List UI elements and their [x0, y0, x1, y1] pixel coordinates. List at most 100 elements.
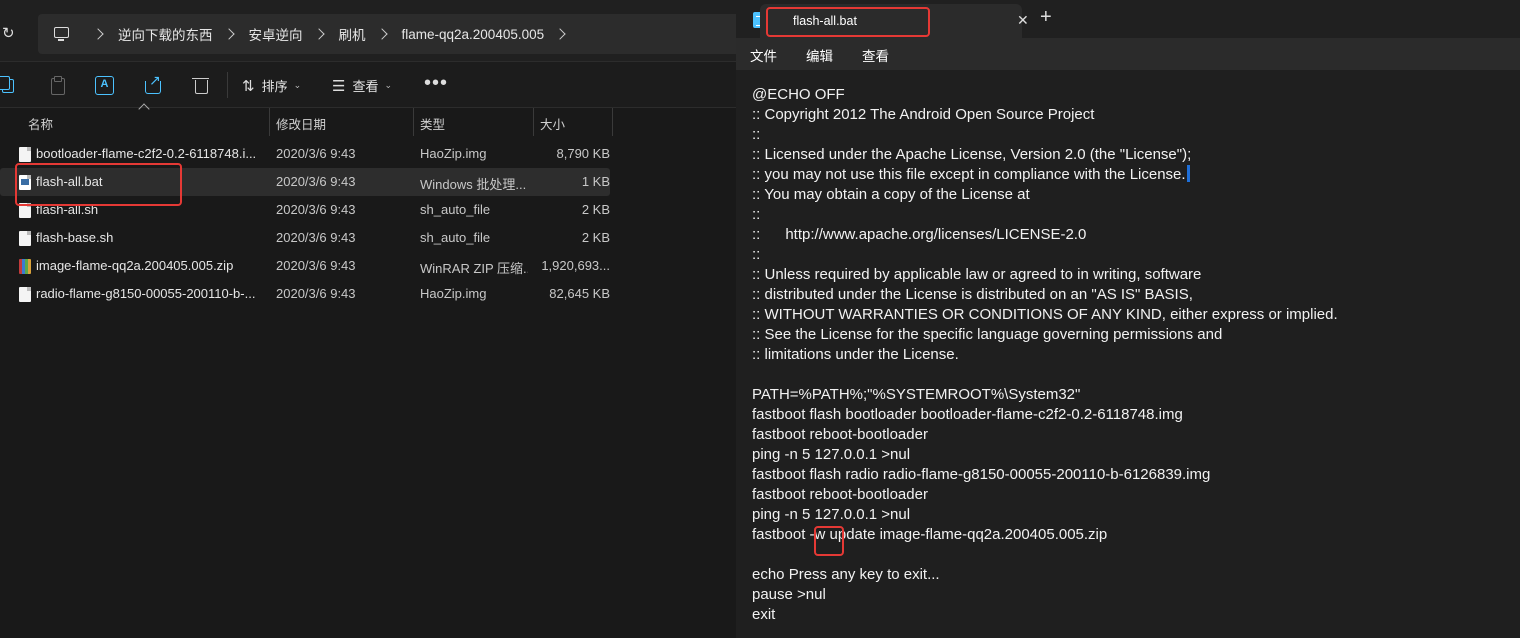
- column-divider[interactable]: [533, 108, 534, 136]
- file-date: 2020/3/6 9:43: [276, 258, 356, 273]
- file-date: 2020/3/6 9:43: [276, 174, 356, 189]
- column-header-size[interactable]: 大小: [540, 114, 565, 133]
- editor-line: :: Unless required by applicable law or …: [752, 265, 1338, 285]
- new-tab-icon[interactable]: +: [1040, 6, 1052, 29]
- chevron-right-icon[interactable]: [375, 28, 388, 40]
- file-list: bootloader-flame-c2f2-0.2-6118748.i... 2…: [0, 140, 736, 308]
- editor-line: ping -n 5 127.0.0.1 >nul: [752, 445, 1338, 465]
- chevron-right-icon[interactable]: [554, 28, 566, 40]
- tab-bar: flash-all.bat ✕ +: [736, 0, 1520, 38]
- bat-file-icon: [19, 175, 31, 190]
- editor-line: :: WITHOUT WARRANTIES OR CONDITIONS OF A…: [752, 305, 1338, 325]
- file-row[interactable]: flash-all.sh 2020/3/6 9:43 sh_auto_file …: [0, 196, 610, 224]
- copy-icon[interactable]: [0, 76, 18, 94]
- breadcrumb-item[interactable]: 逆向下载的东西: [116, 24, 215, 44]
- chevron-right-icon[interactable]: [92, 28, 104, 40]
- chevron-right-icon[interactable]: [312, 28, 325, 40]
- file-size: 1,920,693...: [541, 258, 610, 273]
- file-date: 2020/3/6 9:43: [276, 230, 356, 245]
- file-type: sh_auto_file: [420, 202, 491, 217]
- editor-line-text: exit: [752, 606, 776, 623]
- editor-line: echo Press any key to exit...: [752, 565, 1338, 585]
- editor-line-text: :: Unless required by applicable law or …: [752, 266, 1202, 283]
- column-header-type[interactable]: 类型: [420, 114, 445, 133]
- more-options-button[interactable]: •••: [424, 72, 448, 95]
- share-icon[interactable]: [144, 72, 162, 94]
- refresh-icon[interactable]: ↻: [2, 26, 18, 42]
- file-row[interactable]: bootloader-flame-c2f2-0.2-6118748.i... 2…: [0, 140, 610, 168]
- editor-line-text: ::: [752, 246, 761, 263]
- toolbar-divider: [227, 72, 228, 98]
- file-name: bootloader-flame-c2f2-0.2-6118748.i...: [36, 146, 257, 161]
- view-label: 查看: [352, 79, 379, 94]
- editor-line-text: ping -n 5 127.0.0.1 >nul: [752, 506, 911, 523]
- editor-line: :: Licensed under the Apache License, Ve…: [752, 145, 1338, 165]
- column-header-date[interactable]: 修改日期: [276, 114, 326, 133]
- editor-line-text: fastboot reboot-bootloader: [752, 426, 928, 443]
- editor-line-text: :: You may obtain a copy of the License …: [752, 186, 1030, 203]
- this-pc-icon[interactable]: [54, 27, 69, 41]
- file-type: WinRAR ZIP 压缩...: [420, 261, 528, 276]
- editor-line: PATH=%PATH%;"%SYSTEMROOT%\System32": [752, 385, 1338, 405]
- editor-line-text: ::: [752, 206, 761, 223]
- editor-line-text: :: distributed under the License is dist…: [752, 286, 1193, 303]
- editor-line-text: fastboot -w update image-flame-qq2a.2004…: [752, 526, 1108, 543]
- column-divider[interactable]: [413, 108, 414, 136]
- editor-line: ::: [752, 245, 1338, 265]
- file-size: 8,790 KB: [556, 146, 611, 161]
- file-size: 2 KB: [581, 230, 610, 245]
- file-row[interactable]: image-flame-qq2a.200405.005.zip 2020/3/6…: [0, 252, 610, 280]
- editor-line-text: fastboot flash radio radio-flame-g8150-0…: [752, 466, 1211, 483]
- sort-button[interactable]: ⇅ 排序 ⌄: [242, 76, 301, 95]
- paste-icon[interactable]: [48, 76, 66, 95]
- rename-icon[interactable]: [95, 76, 114, 95]
- editor-line-text: :: Copyright 2012 The Android Open Sourc…: [752, 106, 1095, 123]
- delete-icon[interactable]: [192, 76, 210, 94]
- file-type: Windows 批处理...: [420, 177, 527, 192]
- breadcrumb: 逆向下载的东西 安卓逆向 刷机 flame-qq2a.200405.005: [84, 14, 578, 54]
- file-size: 2 KB: [581, 202, 610, 217]
- menu-edit[interactable]: 编辑: [806, 45, 833, 65]
- editor-line-text: ::: [752, 126, 761, 143]
- file-row[interactable]: radio-flame-g8150-00055-200110-b-... 202…: [0, 280, 610, 308]
- editor-line-text: pause >nul: [752, 586, 826, 603]
- close-tab-icon[interactable]: ✕: [1017, 12, 1029, 29]
- sort-icon: ⇅: [242, 77, 255, 95]
- menu-file[interactable]: 文件: [750, 45, 777, 65]
- file-icon: [19, 231, 31, 246]
- chevron-right-icon[interactable]: [222, 28, 235, 40]
- file-row[interactable]: flash-base.sh 2020/3/6 9:43 sh_auto_file…: [0, 224, 610, 252]
- editor-line-text: :: WITHOUT WARRANTIES OR CONDITIONS OF A…: [752, 306, 1338, 323]
- breadcrumb-item[interactable]: 刷机: [337, 24, 368, 44]
- view-button[interactable]: ☰ 查看 ⌄: [332, 76, 392, 95]
- editor-line: exit: [752, 605, 1338, 625]
- editor-line-text: :: you may not use this file except in c…: [752, 166, 1186, 183]
- breadcrumb-item[interactable]: 安卓逆向: [247, 24, 305, 44]
- file-row-selected[interactable]: flash-all.bat 2020/3/6 9:43 Windows 批处理.…: [0, 168, 610, 196]
- editor-line: fastboot flash bootloader bootloader-fla…: [752, 405, 1338, 425]
- column-header-name[interactable]: 名称: [28, 114, 53, 133]
- file-name: flash-all.sh: [36, 202, 99, 217]
- text-editor[interactable]: @ECHO OFF:: Copyright 2012 The Android O…: [736, 70, 1520, 638]
- editor-line-text: @ECHO OFF: [752, 86, 845, 103]
- editor-line: :: distributed under the License is dist…: [752, 285, 1338, 305]
- tab-flash-all-bat[interactable]: flash-all.bat ✕: [760, 4, 1029, 38]
- sort-label: 排序: [261, 79, 288, 94]
- column-divider[interactable]: [269, 108, 270, 136]
- notepad-window: flash-all.bat ✕ + 文件 编辑 查看 @ECHO OFF:: C…: [736, 0, 1520, 638]
- menu-view[interactable]: 查看: [862, 45, 889, 65]
- file-name: flash-base.sh: [36, 230, 114, 245]
- editor-line: fastboot reboot-bootloader: [752, 485, 1338, 505]
- file-size: 82,645 KB: [549, 286, 610, 301]
- breadcrumb-item[interactable]: flame-qq2a.200405.005: [400, 27, 547, 42]
- column-divider[interactable]: [612, 108, 613, 136]
- file-date: 2020/3/6 9:43: [276, 286, 356, 301]
- editor-line: :: http://www.apache.org/licenses/LICENS…: [752, 225, 1338, 245]
- editor-line: fastboot flash radio radio-flame-g8150-0…: [752, 465, 1338, 485]
- editor-line-text: echo Press any key to exit...: [752, 566, 940, 583]
- file-type: HaoZip.img: [420, 286, 487, 301]
- address-bar[interactable]: 逆向下载的东西 安卓逆向 刷机 flame-qq2a.200405.005: [38, 14, 736, 54]
- file-name: image-flame-qq2a.200405.005.zip: [36, 258, 234, 273]
